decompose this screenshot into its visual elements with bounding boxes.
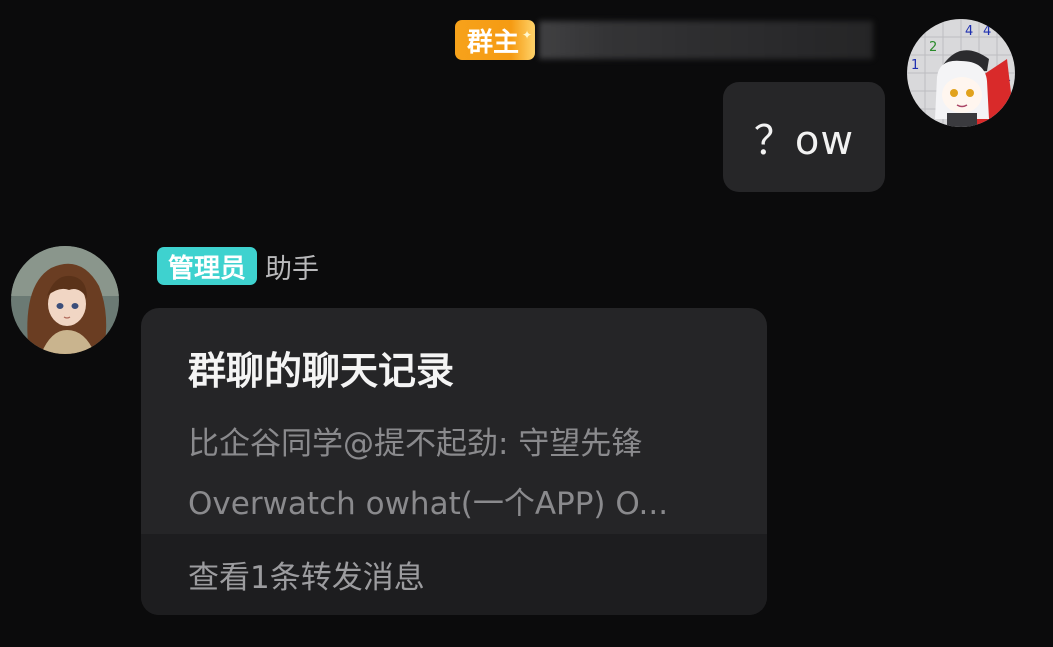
avatar-image-minesweeper-girl: 2 4 4 2 1 1 (907, 19, 1015, 127)
sender-name: 助手 (265, 253, 320, 285)
sender-avatar[interactable] (11, 246, 119, 354)
svg-text:4: 4 (965, 24, 973, 39)
forward-card-preview-line: 比企谷同学@提不起劲: 守望先锋 (188, 426, 643, 462)
view-forwarded-messages-link[interactable]: 查看1条转发消息 (141, 534, 767, 615)
blurred-sender-name (539, 21, 874, 59)
forward-card-title: 群聊的聊天记录 (188, 349, 455, 393)
svg-text:1: 1 (911, 58, 919, 73)
incoming-sender-row: 管理员 助手 (157, 246, 319, 286)
svg-text:2: 2 (929, 40, 937, 55)
outgoing-message-bubble[interactable]: ？ow (723, 82, 885, 192)
admin-badge-label: 管理员 (168, 253, 247, 284)
group-owner-badge-label: 群主 (467, 27, 520, 58)
outgoing-message-text: ？ow (753, 118, 855, 164)
my-avatar[interactable]: 2 4 4 2 1 1 (907, 19, 1015, 127)
forwarded-chat-record-card[interactable]: 群聊的聊天记录 比企谷同学@提不起劲: 守望先锋 Overwatch owhat… (141, 308, 767, 615)
forward-card-preview-line: Overwatch owhat(一个APP) O... (188, 486, 669, 522)
svg-text:4: 4 (983, 24, 991, 39)
outgoing-sender-row: 群主 ✦ (455, 20, 874, 60)
group-owner-badge: 群主 ✦ (455, 20, 536, 60)
admin-badge: 管理员 (157, 247, 258, 285)
chat-view: 群主 ✦ 2 4 4 2 1 1 (0, 0, 1053, 647)
avatar-image-anime-girl (11, 246, 119, 354)
forward-card-footer-label: 查看1条转发消息 (188, 560, 425, 596)
svg-text:2: 2 (1001, 24, 1009, 39)
sparkle-icon: ✦ (521, 28, 533, 42)
